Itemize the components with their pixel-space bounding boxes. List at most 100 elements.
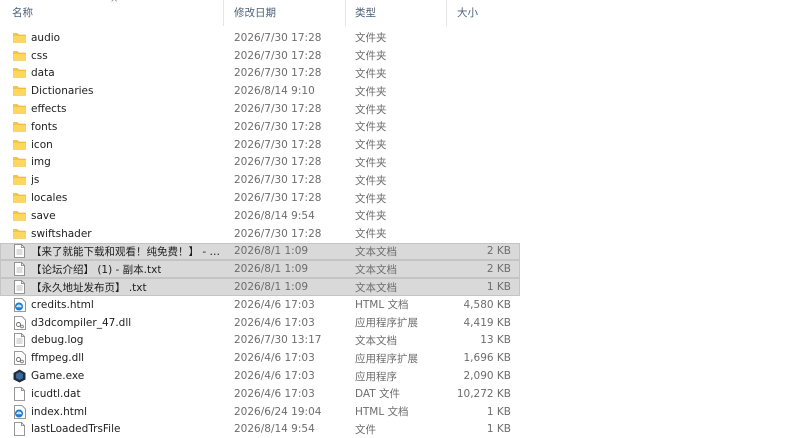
file-type: 文件	[355, 423, 376, 436]
file-name-cell[interactable]: icudtl.dat	[0, 386, 224, 401]
file-row[interactable]: 【永久地址发布页】 .txt 2026/8/1 1:09 文本文档 1 KB	[0, 278, 520, 296]
file-name-cell[interactable]: index.html	[0, 404, 224, 419]
html-file-icon	[13, 297, 26, 312]
folder-icon	[13, 173, 26, 187]
text-file-icon	[13, 280, 26, 294]
folder-icon	[13, 84, 26, 98]
file-name: 【来了就能下载和观看！纯免费！】 - 副...	[31, 245, 224, 258]
file-name-cell[interactable]: lastLoadedTrsFile	[0, 422, 224, 437]
file-name-cell[interactable]: 【来了就能下载和观看！纯免费！】 - 副...	[0, 244, 224, 259]
file-name: 【论坛介绍】 (1) - 副本.txt	[31, 263, 162, 276]
file-name-cell[interactable]: icon	[0, 138, 224, 152]
file-row[interactable]: lastLoadedTrsFile 2026/8/14 9:54 文件 1 KB	[0, 421, 520, 438]
file-row[interactable]: icudtl.dat 2026/4/6 17:03 DAT 文件 10,272 KB	[0, 385, 520, 403]
file-size: 2 KB	[486, 263, 511, 276]
file-modified-date: 2026/8/14 9:54	[234, 209, 315, 222]
file-row[interactable]: data 2026/7/30 17:28 文件夹	[0, 65, 520, 83]
file-name-cell[interactable]: d3dcompiler_47.dll	[0, 315, 224, 330]
file-name-cell[interactable]: ffmpeg.dll	[0, 351, 224, 366]
column-header-size[interactable]: 大小	[447, 0, 518, 26]
file-modified-date: 2026/8/1 1:09	[234, 245, 309, 258]
file-row[interactable]: index.html 2026/6/24 19:04 HTML 文档 1 KB	[0, 403, 520, 421]
file-name-cell[interactable]: audio	[0, 31, 224, 45]
column-header-name-label: 名称	[12, 7, 33, 19]
text-file-icon	[13, 244, 26, 259]
file-row[interactable]: icon 2026/7/30 17:28 文件夹	[0, 136, 520, 154]
file-name: img	[31, 156, 51, 169]
folder-icon	[13, 120, 26, 134]
folder-icon	[13, 49, 26, 63]
file-name: Game.exe	[31, 370, 85, 383]
file-modified-date: 2026/7/30 17:28	[234, 156, 322, 169]
file-type: HTML 文档	[355, 299, 409, 312]
file-name-cell[interactable]: locales	[0, 191, 224, 205]
file-name-cell[interactable]: Game.exe	[0, 369, 224, 383]
file-modified-date: 2026/8/1 1:09	[234, 263, 309, 276]
file-name: d3dcompiler_47.dll	[31, 316, 132, 329]
column-header-date-label: 修改日期	[234, 7, 276, 19]
file-name-cell[interactable]: 【永久地址发布页】 .txt	[0, 280, 224, 295]
file-name: icudtl.dat	[31, 387, 81, 400]
file-row[interactable]: fonts 2026/7/30 17:28 文件夹	[0, 118, 520, 136]
file-row[interactable]: debug.log 2026/7/30 13:17 文本文档 13 KB	[0, 332, 520, 350]
folder-icon	[13, 102, 26, 116]
file-name-cell[interactable]: Dictionaries	[0, 84, 224, 98]
file-modified-date: 2026/4/6 17:03	[234, 387, 315, 400]
file-modified-date: 2026/4/6 17:03	[234, 298, 315, 311]
file-name-cell[interactable]: fonts	[0, 120, 224, 134]
file-row[interactable]: effects 2026/7/30 17:28 文件夹	[0, 100, 520, 118]
file-type: 文件夹	[355, 85, 387, 98]
file-type: 应用程序扩展	[355, 352, 418, 365]
file-type: 应用程序	[355, 370, 397, 383]
file-row[interactable]: js 2026/7/30 17:28 文件夹	[0, 171, 520, 189]
file-row[interactable]: 【论坛介绍】 (1) - 副本.txt 2026/8/1 1:09 文本文档 2 KB	[0, 260, 520, 279]
file-name-cell[interactable]: img	[0, 155, 224, 169]
file-size: 1 KB	[486, 281, 511, 294]
text-file-icon	[13, 262, 26, 277]
file-name-cell[interactable]: js	[0, 173, 224, 187]
file-modified-date: 2026/7/30 17:28	[234, 49, 322, 62]
file-name-cell[interactable]: data	[0, 66, 224, 80]
column-header-date[interactable]: 修改日期	[224, 0, 346, 26]
folder-icon	[13, 209, 26, 223]
file-name: index.html	[31, 405, 87, 418]
folder-icon	[13, 227, 26, 241]
file-name-cell[interactable]: credits.html	[0, 297, 224, 312]
file-type: 文件夹	[355, 210, 387, 223]
file-modified-date: 2026/8/1 1:09	[234, 281, 309, 294]
file-name-cell[interactable]: effects	[0, 102, 224, 116]
file-name-cell[interactable]: css	[0, 49, 224, 63]
file-row[interactable]: save 2026/8/14 9:54 文件夹	[0, 207, 520, 225]
file-type: 文件夹	[355, 174, 387, 187]
file-type: 文件夹	[355, 50, 387, 63]
file-row[interactable]: audio 2026/7/30 17:28 文件夹	[0, 29, 520, 47]
folder-icon	[13, 138, 26, 152]
blank-file-icon	[13, 386, 26, 401]
file-modified-date: 2026/8/14 9:54	[234, 423, 315, 436]
file-row[interactable]: credits.html 2026/4/6 17:03 HTML 文档 4,580 K…	[0, 296, 520, 314]
file-modified-date: 2026/4/6 17:03	[234, 352, 315, 365]
file-modified-date: 2026/4/6 17:03	[234, 316, 315, 329]
file-row[interactable]: d3dcompiler_47.dll 2026/4/6 17:03 应用程序扩展 4,…	[0, 314, 520, 332]
file-row[interactable]: Game.exe 2026/4/6 17:03 应用程序 2,090 KB	[0, 367, 520, 385]
file-name: 【永久地址发布页】 .txt	[31, 281, 147, 294]
file-type: HTML 文档	[355, 406, 409, 419]
file-name: css	[31, 49, 48, 62]
column-header-name[interactable]: 名称 ^	[0, 0, 224, 26]
file-name-cell[interactable]: save	[0, 209, 224, 223]
file-name-cell[interactable]: debug.log	[0, 333, 224, 348]
file-type: 文本文档	[355, 245, 397, 258]
file-row[interactable]: swiftshader 2026/7/30 17:28 文件夹	[0, 225, 520, 243]
column-header-type[interactable]: 类型	[346, 0, 447, 26]
file-name-cell[interactable]: swiftshader	[0, 227, 224, 241]
file-name-cell[interactable]: 【论坛介绍】 (1) - 副本.txt	[0, 262, 224, 277]
file-modified-date: 2026/7/30 17:28	[234, 31, 322, 44]
file-row[interactable]: Dictionaries 2026/8/14 9:10 文件夹	[0, 82, 520, 100]
file-row[interactable]: 【来了就能下载和观看！纯免费！】 - 副... 2026/8/1 1:09 文本文档…	[0, 242, 520, 261]
file-name: locales	[31, 192, 68, 205]
file-row[interactable]: css 2026/7/30 17:28 文件夹	[0, 47, 520, 65]
file-row[interactable]: locales 2026/7/30 17:28 文件夹	[0, 189, 520, 207]
file-row[interactable]: img 2026/7/30 17:28 文件夹	[0, 154, 520, 172]
file-row[interactable]: ffmpeg.dll 2026/4/6 17:03 应用程序扩展 1,696 KB	[0, 349, 520, 367]
file-type: 文件夹	[355, 121, 387, 134]
